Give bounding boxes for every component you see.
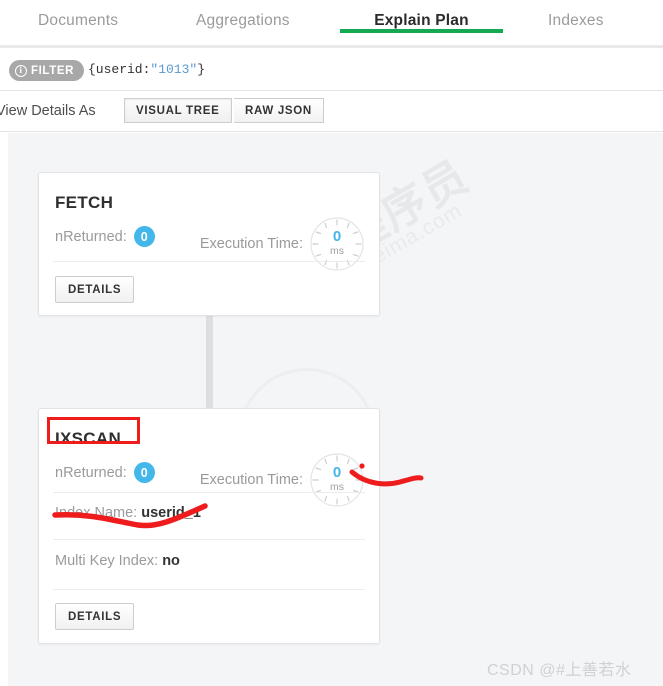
plan-node-ixscan-multikey: Multi Key Index: no — [55, 553, 180, 569]
details-button-label: DETAILS — [68, 283, 122, 296]
filter-query-suffix: } — [197, 62, 206, 77]
tab-documents[interactable]: Documents — [38, 12, 118, 30]
plan-node-ixscan-title: IXSCAN — [55, 429, 122, 448]
info-icon: i — [15, 64, 27, 77]
tab-explain-plan[interactable]: Explain Plan — [340, 12, 503, 33]
nreturned-value-badge: 0 — [133, 462, 155, 483]
tab-bar: Documents Aggregations Explain Plan Inde… — [0, 0, 663, 48]
plan-node-ixscan-nreturned: nReturned: 0 — [55, 462, 155, 483]
plan-node-ixscan-divider-3 — [53, 589, 365, 590]
tab-indexes-label: Indexes — [548, 12, 604, 29]
plan-node-ixscan-index-name: Index Name: userid_1 — [55, 505, 201, 521]
index-name-value: userid_1 — [141, 505, 201, 521]
plan-node-fetch-nreturned: nReturned: 0 — [55, 226, 155, 247]
filter-query-prefix: {userid: — [88, 62, 151, 77]
view-details-label: View Details As — [0, 103, 96, 119]
execution-time-gauge: 0 ms — [309, 452, 365, 508]
explain-plan-screen: Documents Aggregations Explain Plan Inde… — [0, 0, 663, 686]
nreturned-value-badge: 0 — [133, 226, 155, 247]
tab-explain-plan-label: Explain Plan — [374, 12, 469, 29]
plan-node-ixscan[interactable]: IXSCAN nReturned: 0 Execution Time: 0 ms… — [38, 408, 380, 644]
execution-time-value: 0 — [332, 464, 342, 481]
nreturned-label: nReturned: — [55, 228, 127, 245]
plan-node-ixscan-details-button[interactable]: DETAILS — [55, 603, 135, 630]
execution-time-unit: ms — [330, 481, 344, 493]
execution-time-value: 0 — [332, 228, 342, 245]
view-option-raw-json[interactable]: RAW JSON — [234, 98, 324, 123]
view-option-visual-tree[interactable]: VISUAL TREE — [124, 98, 232, 123]
filter-bar: i FILTER {userid:"1013"} — [0, 51, 663, 91]
nreturned-label: nReturned: — [55, 464, 127, 481]
canvas-left-gutter — [0, 133, 8, 686]
plan-node-ixscan-execution-time: Execution Time: 0 ms — [200, 452, 365, 508]
plan-node-ixscan-divider-1 — [53, 492, 365, 493]
plan-node-fetch[interactable]: FETCH nReturned: 0 Execution Time: 0 ms … — [38, 172, 380, 316]
tab-aggregations-label: Aggregations — [196, 12, 290, 29]
tab-indexes[interactable]: Indexes — [548, 12, 604, 30]
execution-time-unit: ms — [330, 245, 344, 257]
plan-connector-line — [206, 316, 213, 416]
tab-aggregations[interactable]: Aggregations — [196, 12, 290, 30]
plan-node-fetch-details-button[interactable]: DETAILS — [55, 276, 135, 303]
multi-key-index-label: Multi Key Index: — [55, 553, 159, 569]
plan-node-fetch-divider — [53, 261, 365, 262]
tab-documents-label: Documents — [38, 12, 119, 29]
execution-time-label: Execution Time: — [199, 236, 303, 252]
filter-badge-label: FILTER — [31, 64, 74, 77]
plan-node-ixscan-divider-2 — [53, 539, 365, 540]
details-button-label: DETAILS — [68, 610, 122, 623]
view-option-visual-tree-label: VISUAL TREE — [136, 104, 220, 117]
plan-node-fetch-execution-time: Execution Time: 0 ms — [200, 216, 365, 272]
filter-query-value: "1013" — [150, 62, 198, 77]
filter-badge[interactable]: i FILTER — [9, 60, 84, 81]
plan-node-fetch-title: FETCH — [55, 193, 114, 212]
multi-key-index-value: no — [162, 553, 180, 569]
execution-time-label: Execution Time: — [199, 472, 303, 488]
view-option-raw-json-label: RAW JSON — [245, 104, 312, 117]
execution-time-gauge: 0 ms — [309, 216, 365, 272]
index-name-label: Index Name: — [55, 505, 138, 521]
view-details-toolbar: View Details As VISUAL TREE RAW JSON — [0, 92, 663, 132]
filter-query[interactable]: {userid:"1013"} — [88, 62, 205, 77]
active-tab-underline — [340, 29, 503, 33]
